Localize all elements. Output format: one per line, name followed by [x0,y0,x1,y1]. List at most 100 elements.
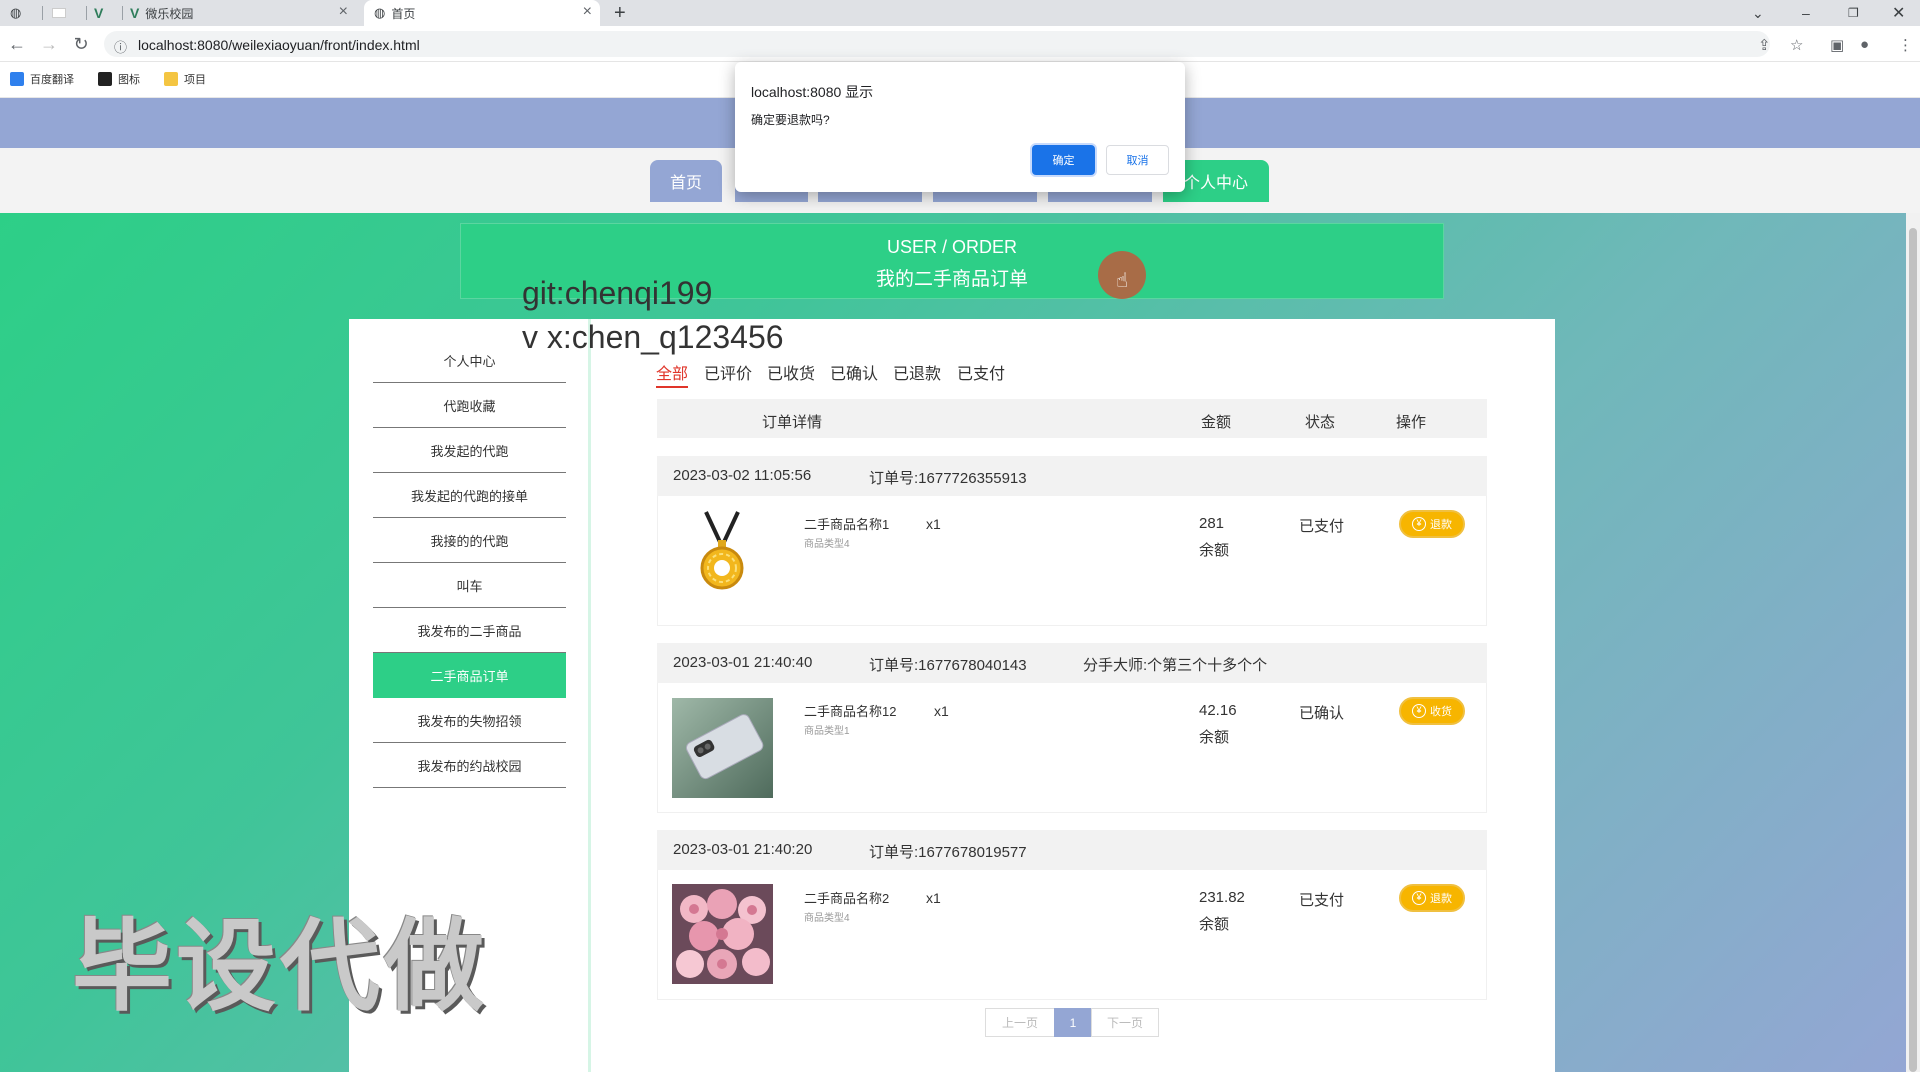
minimize-icon[interactable]: – [1802,0,1810,26]
product-thumbnail-phone[interactable] [672,698,773,798]
dialog-ok-button[interactable]: 确定 [1032,145,1095,175]
side-panel-icon[interactable]: ▣ [1830,36,1844,54]
sidebar-item-errand-favorites[interactable]: 代跑收藏 [373,383,566,428]
product-type: 商品类型4 [804,539,850,550]
watermark-git: git:chenqi199 [522,275,713,311]
column-status: 状态 [1305,414,1336,431]
pagination-next[interactable]: 下一页 [1091,1008,1159,1037]
product-quantity: x1 [934,703,949,719]
tab-title: 首页 [391,6,416,21]
browser-tab[interactable] [52,0,74,26]
product-name[interactable]: 二手商品名称12 [804,701,896,720]
share-icon[interactable]: ⇪ [1758,36,1771,54]
vue-logo-icon: V [130,5,140,21]
order-datetime: 2023-03-01 21:40:40 [673,654,813,671]
back-arrow-icon[interactable]: ← [6,34,28,55]
page-icon [52,8,66,18]
product-type: 商品类型1 [804,726,850,737]
browser-tab[interactable]: ◍ [10,0,38,26]
order-note: 分手大师:个第三个十多个个 [1083,657,1268,674]
column-amount: 金额 [1201,414,1232,431]
refund-button[interactable]: ¥ 退款 [1399,510,1465,538]
menu-kebab-icon[interactable]: ⋮ [1898,36,1913,54]
order-status: 已支付 [1299,518,1345,535]
sidebar-item-accepted-errands[interactable]: 我接的的代跑 [373,518,566,563]
forward-arrow-icon[interactable]: → [38,34,60,55]
watermark-big: 毕设代做 [72,911,488,1023]
sidebar-item-call-car[interactable]: 叫车 [373,563,566,608]
payment-method: 余额 [1199,916,1230,933]
profile-avatar-icon[interactable]: ● [1860,36,1869,53]
product-name[interactable]: 二手商品名称2 [804,888,889,907]
order-datetime: 2023-03-01 21:40:20 [673,841,813,858]
sidebar-item-campus-match[interactable]: 我发布的约战校园 [373,743,566,788]
translate-icon [10,72,24,86]
browser-tab[interactable]: V [94,0,116,26]
sidebar-item-my-products[interactable]: 我发布的二手商品 [373,608,566,653]
dialog-cancel-button[interactable]: 取消 [1106,145,1169,175]
bookmark-icons[interactable]: 图标 [98,71,140,87]
receive-button[interactable]: ¥ 收货 [1399,697,1465,725]
product-quantity: x1 [926,516,941,532]
window-close-icon[interactable]: ✕ [1892,0,1905,26]
browser-tab-home[interactable]: ◍ 首页 × [364,0,600,26]
pagination-prev[interactable]: 上一页 [985,1008,1055,1037]
url-text: localhost:8080/weilexiaoyuan/front/index… [138,37,420,53]
bookmark-favicon-icon [98,72,112,86]
order-number: 订单号:1677678019577 [869,844,1027,861]
pagination-page-1[interactable]: 1 [1054,1008,1092,1037]
tab-title: 微乐校园 [145,6,194,21]
product-thumbnail-roses[interactable] [672,884,773,984]
vue-logo-icon: V [94,5,104,21]
tab-close-icon[interactable]: × [583,3,592,21]
order-number: 订单号:1677678040143 [869,657,1027,674]
order-status: 已支付 [1299,892,1345,909]
new-tab-plus-icon[interactable]: + [614,0,634,26]
reload-icon[interactable]: ↻ [70,34,92,55]
bookmark-project-folder[interactable]: 项目 [164,71,206,87]
site-info-icon[interactable]: ⓘ [114,37,127,56]
sidebar-item-my-errands[interactable]: 我发起的代跑 [373,428,566,473]
order-body [657,496,1487,626]
bookmark-baidu-translate[interactable]: 百度翻译 [10,71,74,87]
sidebar-item-errand-orders[interactable]: 我发起的代跑的接单 [373,473,566,518]
tab-paid[interactable]: 已支付 [957,360,1005,384]
page-title-en: USER / ORDER [886,237,1018,257]
sidebar-item-lost-found[interactable]: 我发布的失物招领 [373,698,566,743]
tab-all[interactable]: 全部 [656,360,689,388]
tab-refunded[interactable]: 已退款 [893,360,941,384]
refund-button[interactable]: ¥ 退款 [1399,884,1465,912]
tab-reviewed[interactable]: 已评价 [704,360,752,384]
product-type: 商品类型4 [804,913,850,924]
browser-tab-strip: ◍ V V 微乐校园 × ◍ 首页 × + ⌄ – ❐ ✕ [0,0,1920,26]
nav-home[interactable]: 首页 [650,160,722,202]
browser-tab-weile[interactable]: V 微乐校园 × [130,0,356,26]
payment-method: 余额 [1199,729,1230,746]
tab-received[interactable]: 已收货 [767,360,815,384]
order-amount: 231.82 [1199,889,1245,906]
order-body [657,870,1487,1000]
order-body [657,683,1487,813]
yen-icon: ¥ [1412,891,1426,905]
watermark-wechat: v x:chen_q123456 [522,319,784,355]
tab-confirmed[interactable]: 已确认 [830,360,878,384]
restore-icon[interactable]: ❐ [1848,0,1859,26]
scrollbar-thumb[interactable] [1909,228,1917,1072]
product-quantity: x1 [926,890,941,906]
hand-cursor-icon: ☝ [1116,270,1129,292]
bookmark-star-icon[interactable]: ☆ [1790,36,1803,54]
sidebar-divider [588,319,591,1072]
tab-search-chevron-icon[interactable]: ⌄ [1752,0,1764,26]
product-name[interactable]: 二手商品名称1 [804,514,889,533]
globe-icon: ◍ [374,5,386,20]
sidebar-item-product-orders[interactable]: 二手商品订单 [373,653,566,698]
yen-icon: ¥ [1412,517,1426,531]
product-thumbnail-pendant[interactable] [672,506,773,606]
payment-method: 余额 [1199,542,1230,559]
column-order-detail: 订单详情 [762,414,823,431]
dialog-message: 确定要退款吗? [751,113,830,127]
order-amount: 281 [1199,515,1225,532]
globe-icon: ◍ [10,5,22,20]
order-number: 订单号:1677726355913 [869,470,1027,487]
tab-close-icon[interactable]: × [339,3,348,21]
